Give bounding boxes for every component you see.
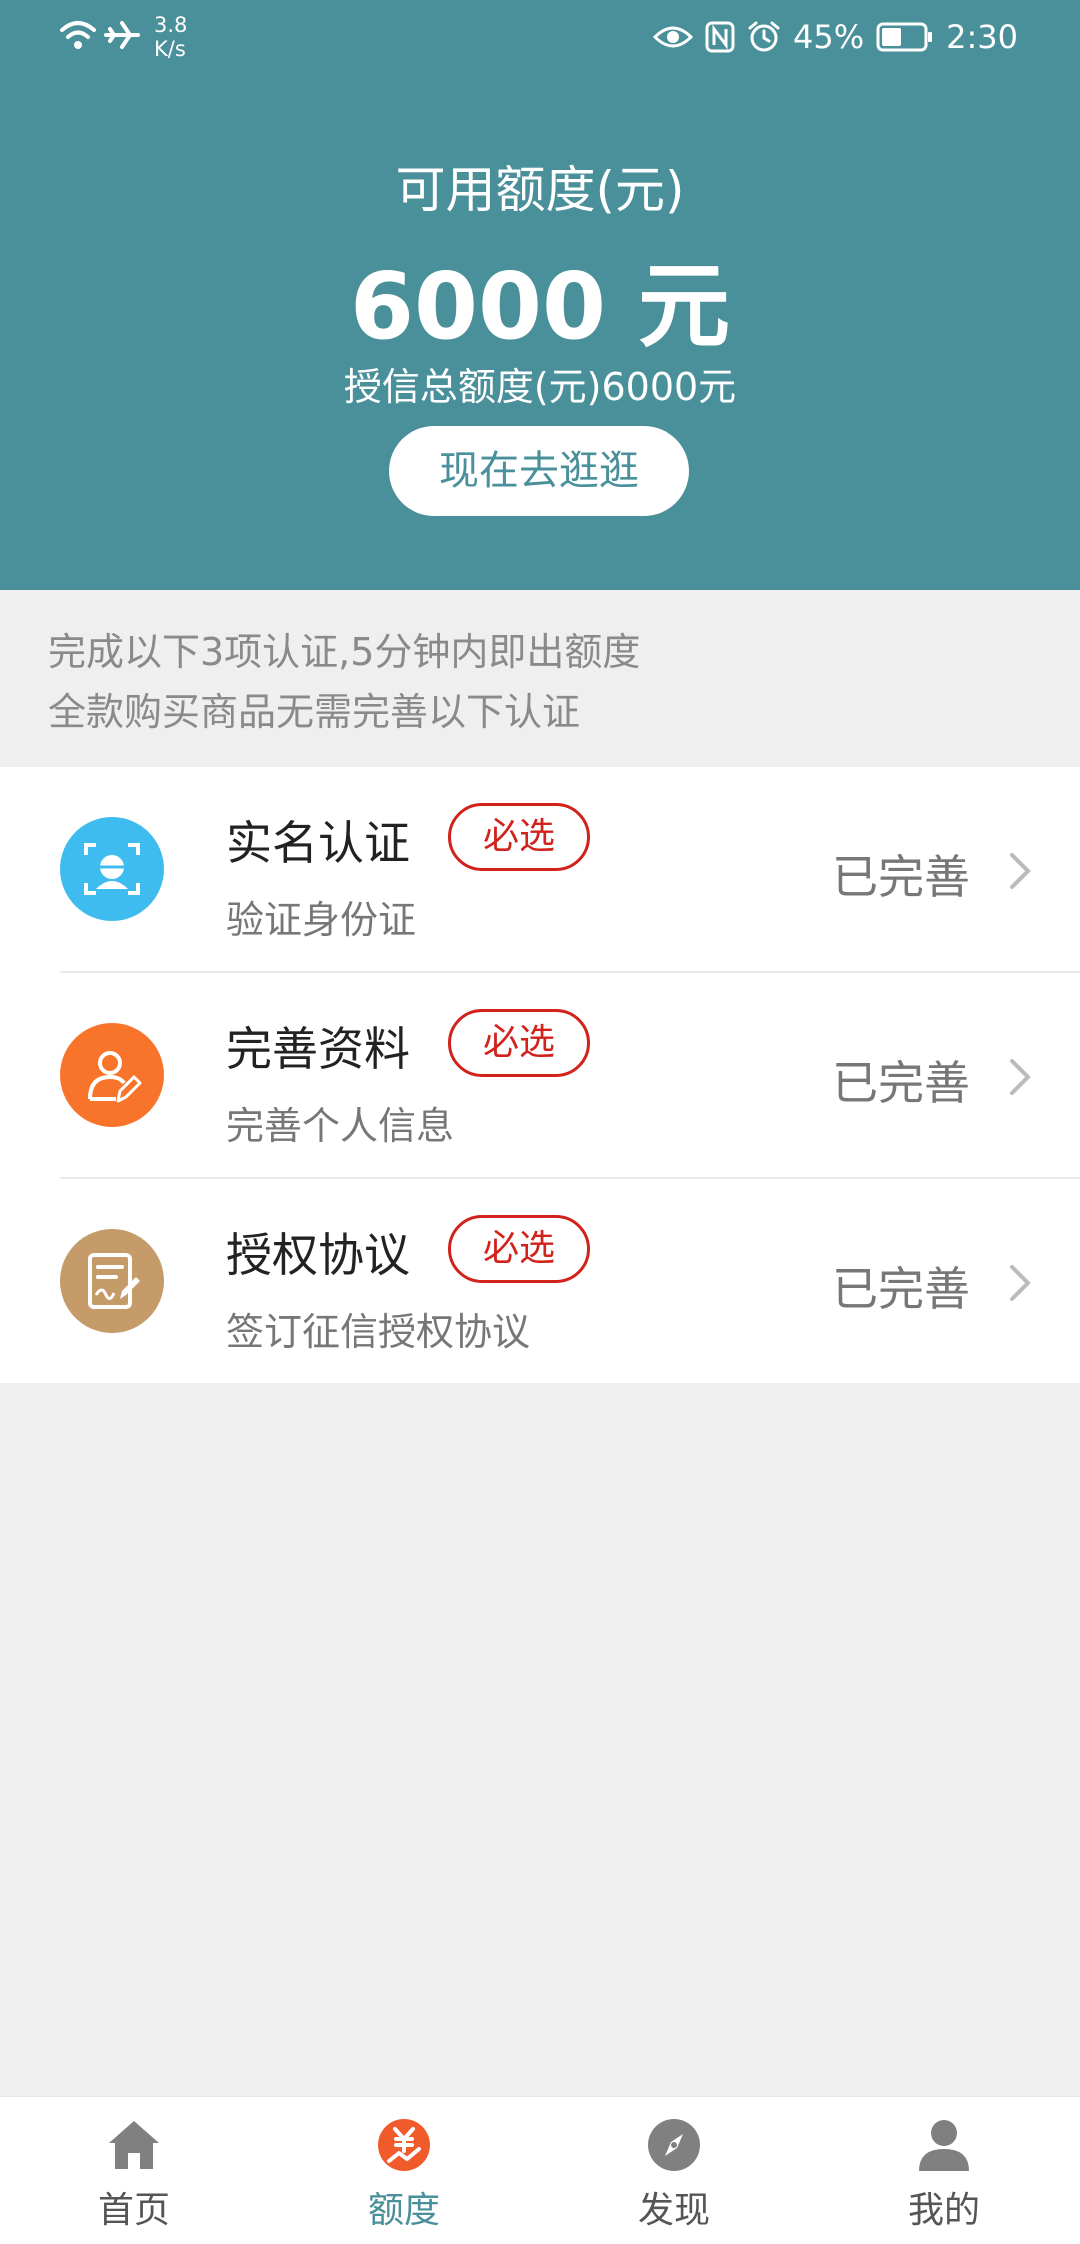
verification-tips: 完成以下3项认证,5分钟内即出额度 全款购买商品无需完善以下认证 (48, 622, 640, 742)
list-item-real-name[interactable]: 实名认证 必选 验证身份证 已完善 (0, 767, 1080, 973)
list-item-authorization[interactable]: 授权协议 必选 签订征信授权协议 已完善 (0, 1179, 1080, 1385)
required-badge: 必选 (448, 803, 590, 871)
tab-label: 额度 (367, 2190, 440, 2231)
tip-line-2: 全款购买商品无需完善以下认证 (48, 690, 581, 734)
battery-percent: 45% (793, 18, 865, 56)
status-right: 45% 2:30 (641, 12, 1018, 62)
list-item-profile[interactable]: 完善资料 必选 完善个人信息 已完善 (0, 973, 1080, 1179)
quota-title: 可用额度(元) (395, 161, 685, 219)
tip-line-1: 完成以下3项认证,5分钟内即出额度 (48, 630, 641, 674)
go-shopping-button[interactable]: 现在去逛逛 (389, 426, 689, 516)
item-subtitle: 签订征信授权协议 (226, 1310, 531, 1354)
status-left: 3.8 K/s (58, 12, 187, 62)
tab-home[interactable]: 首页 (64, 2117, 204, 2237)
chevron-right-icon (1008, 851, 1032, 895)
item-status: 已完善 (832, 1056, 970, 1110)
chevron-right-icon (1008, 1057, 1032, 1101)
face-scan-icon (60, 817, 164, 921)
alarm-icon (747, 20, 781, 54)
eye-icon (653, 23, 694, 51)
network-speed: 3.8 K/s (154, 13, 188, 61)
item-title: 授权协议 (226, 1228, 410, 1282)
item-subtitle: 完善个人信息 (226, 1104, 455, 1148)
required-badge: 必选 (448, 1215, 590, 1283)
chevron-right-icon (1008, 1263, 1032, 1307)
tab-mine[interactable]: 我的 (874, 2117, 1014, 2237)
compass-icon (648, 2119, 700, 2171)
tab-discover[interactable]: 发现 (604, 2117, 744, 2237)
user-edit-icon (60, 1023, 164, 1127)
required-badge: 必选 (448, 1009, 590, 1077)
battery-icon (876, 22, 934, 52)
quota-yuan-icon (378, 2119, 430, 2171)
tab-quota[interactable]: 额度 (334, 2117, 474, 2237)
item-subtitle: 验证身份证 (226, 898, 417, 942)
item-status: 已完善 (832, 850, 970, 904)
tab-label: 发现 (637, 2190, 710, 2231)
clock-time: 2:30 (946, 18, 1018, 56)
bottom-tab-bar: 首页 额度 发现 我的 (0, 2096, 1080, 2244)
status-bar: 3.8 K/s 45% 2:30 (0, 0, 1080, 72)
quota-header: 3.8 K/s 45% 2:30 可用额度(元) 6000 元 授信总额度(元)… (0, 0, 1080, 590)
user-icon (919, 2120, 969, 2171)
contract-sign-icon (60, 1229, 164, 1333)
nfc-icon (705, 21, 735, 53)
tab-label: 我的 (907, 2190, 980, 2231)
airplane-icon (104, 17, 140, 57)
wifi-icon (58, 18, 98, 56)
verification-list: 实名认证 必选 验证身份证 已完善 完善资料 必选 完善个人信息 已完善 授权协… (0, 767, 1080, 1383)
quota-amount: 6000 元 (349, 253, 731, 360)
tab-label: 首页 (97, 2190, 170, 2231)
credit-total: 授信总额度(元)6000元 (343, 365, 737, 409)
home-icon (109, 2121, 159, 2169)
item-title: 完善资料 (226, 1022, 410, 1076)
item-status: 已完善 (832, 1262, 970, 1316)
item-title: 实名认证 (226, 816, 410, 870)
